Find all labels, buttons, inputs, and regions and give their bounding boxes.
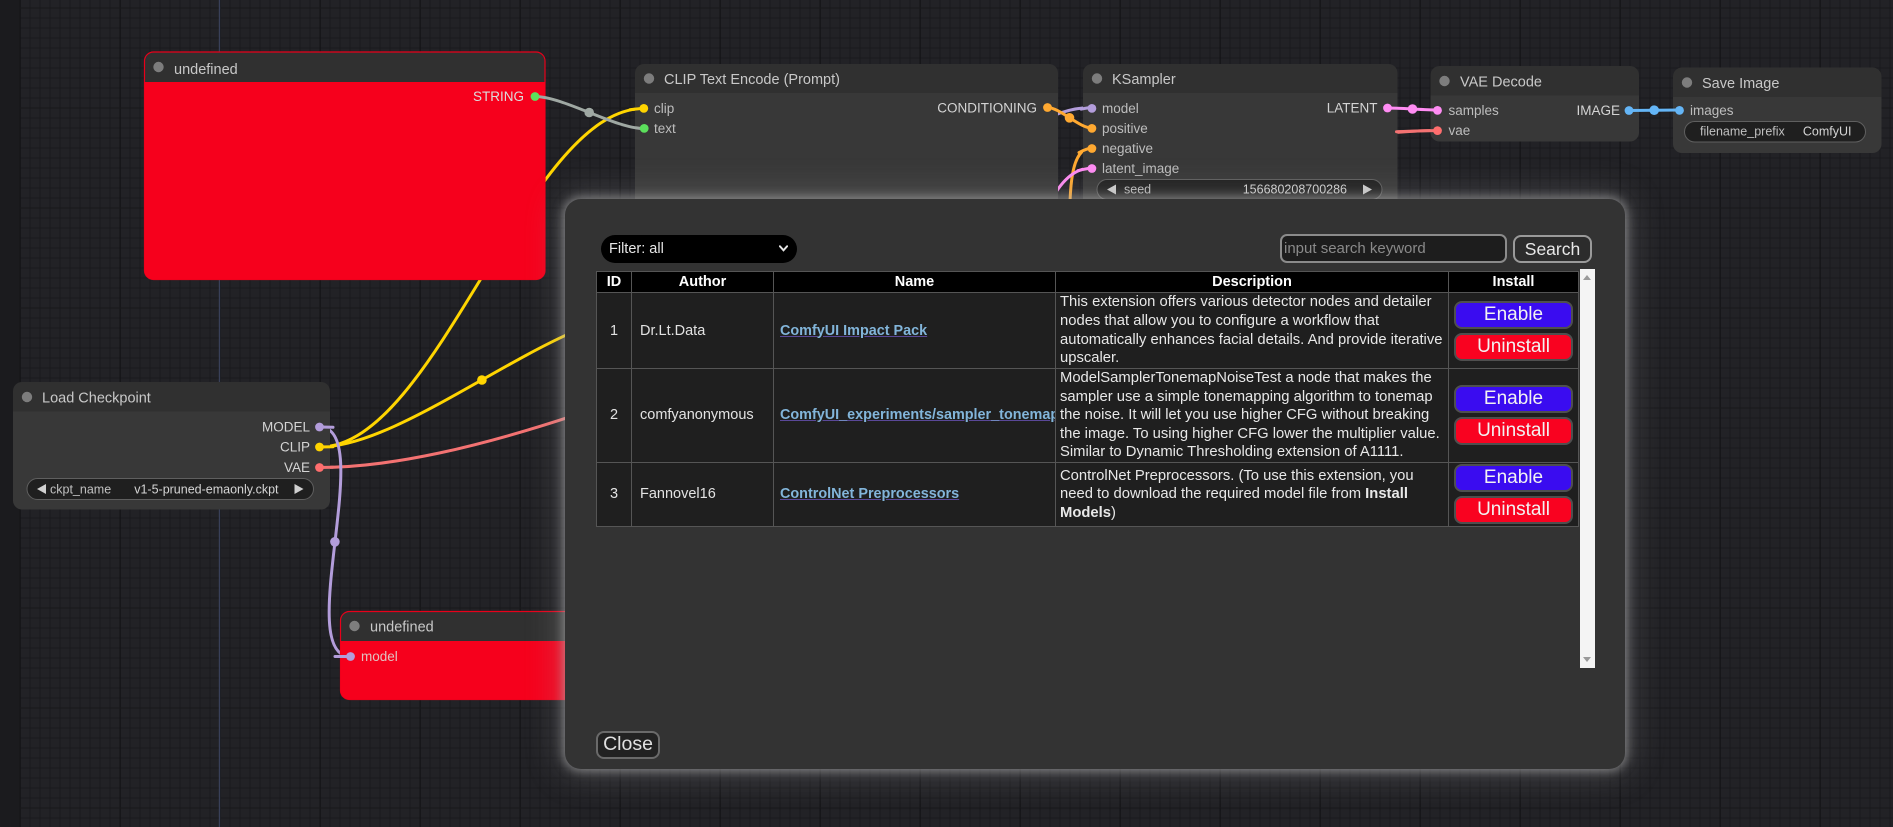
- svg-text:KSampler: KSampler: [1112, 72, 1176, 88]
- svg-text:vae: vae: [1449, 123, 1471, 138]
- svg-text:model: model: [361, 649, 398, 664]
- svg-text:clip: clip: [654, 101, 674, 116]
- svg-text:LATENT: LATENT: [1327, 101, 1378, 116]
- svg-text:CLIP: CLIP: [280, 440, 310, 455]
- svg-text:latent_image: latent_image: [1102, 161, 1179, 176]
- svg-text:CLIP Text Encode (Prompt): CLIP Text Encode (Prompt): [664, 72, 840, 88]
- svg-text:positive: positive: [1102, 121, 1148, 136]
- svg-text:negative: negative: [1102, 141, 1153, 156]
- svg-text:STRING: STRING: [473, 89, 524, 104]
- svg-text:VAE: VAE: [284, 460, 310, 475]
- svg-text:MODEL: MODEL: [262, 420, 311, 435]
- svg-text:v1-5-pruned-emaonly.ckpt: v1-5-pruned-emaonly.ckpt: [134, 483, 279, 497]
- svg-text:IMAGE: IMAGE: [1576, 103, 1620, 118]
- svg-text:VAE Decode: VAE Decode: [1460, 75, 1542, 91]
- svg-text:samples: samples: [1449, 103, 1500, 118]
- svg-text:filename_prefix: filename_prefix: [1700, 125, 1786, 139]
- svg-text:images: images: [1690, 103, 1734, 118]
- svg-text:undefined: undefined: [174, 62, 238, 78]
- svg-text:text: text: [654, 121, 676, 136]
- svg-text:156680208700286: 156680208700286: [1243, 183, 1347, 197]
- svg-text:Load Checkpoint: Load Checkpoint: [42, 391, 151, 407]
- svg-text:ComfyUI: ComfyUI: [1803, 125, 1852, 139]
- svg-text:CONDITIONING: CONDITIONING: [937, 101, 1037, 116]
- svg-text:seed: seed: [1124, 183, 1151, 197]
- svg-text:ckpt_name: ckpt_name: [50, 483, 111, 497]
- svg-text:Save Image: Save Image: [1702, 76, 1779, 92]
- svg-text:undefined: undefined: [370, 620, 434, 636]
- svg-text:model: model: [1102, 101, 1139, 116]
